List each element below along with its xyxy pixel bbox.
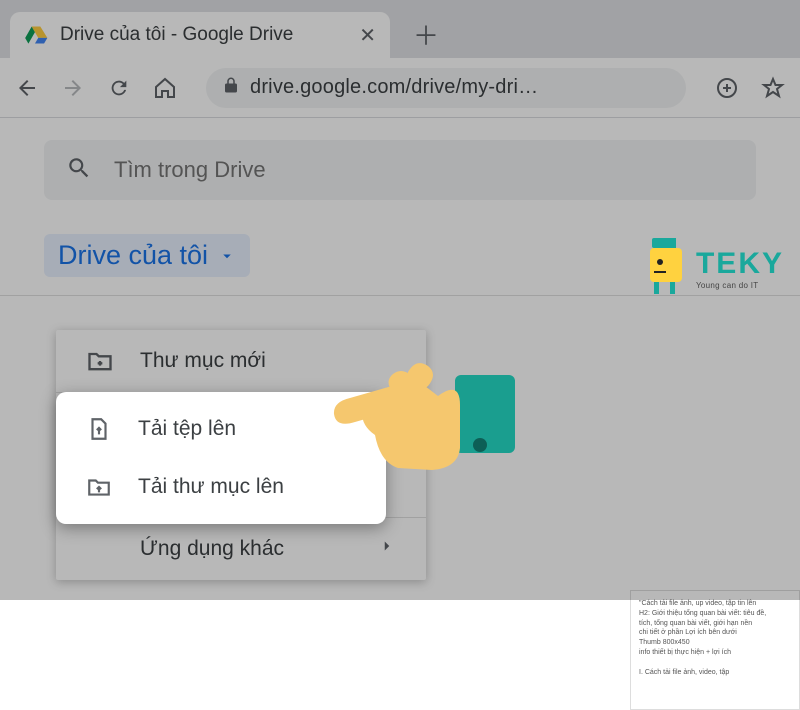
menu-more-apps[interactable]: Ứng dụng khác bbox=[56, 518, 426, 580]
document-thumbnail-text: "Cách tải file ảnh, up video, tập tin lê… bbox=[639, 599, 791, 677]
teky-logo: TEKY Young can do IT bbox=[644, 238, 784, 298]
pointing-hand-icon bbox=[320, 330, 520, 505]
lock-icon bbox=[222, 76, 240, 99]
logo-tagline: Young can do IT bbox=[696, 281, 784, 290]
menu-new-folder-label: Thư mục mới bbox=[140, 349, 266, 373]
chevron-right-icon bbox=[378, 537, 396, 561]
add-page-icon[interactable] bbox=[714, 75, 740, 101]
menu-more-apps-label: Ứng dụng khác bbox=[140, 537, 284, 561]
new-tab-button[interactable]: ＋ bbox=[408, 16, 444, 52]
address-bar[interactable]: drive.google.com/drive/my-dri… bbox=[206, 68, 686, 108]
drive-favicon-icon bbox=[24, 23, 48, 47]
search-icon bbox=[66, 155, 92, 186]
close-tab-icon[interactable]: ✕ bbox=[359, 23, 376, 48]
upload-folder-icon bbox=[86, 474, 112, 500]
breadcrumb-label: Drive của tôi bbox=[58, 240, 208, 271]
upload-file-icon bbox=[86, 416, 112, 442]
browser-toolbar: drive.google.com/drive/my-dri… bbox=[0, 58, 800, 118]
tab-title: Drive của tôi - Google Drive bbox=[60, 24, 347, 46]
new-folder-icon bbox=[86, 347, 114, 375]
back-icon[interactable] bbox=[14, 75, 40, 101]
logo-brand: TEKY bbox=[696, 247, 784, 281]
drive-search[interactable] bbox=[44, 140, 756, 200]
forward-icon[interactable] bbox=[60, 75, 86, 101]
browser-tab-strip: Drive của tôi - Google Drive ✕ ＋ bbox=[0, 0, 800, 58]
url-text: drive.google.com/drive/my-dri… bbox=[250, 76, 538, 99]
breadcrumb-my-drive[interactable]: Drive của tôi bbox=[44, 234, 250, 277]
home-icon[interactable] bbox=[152, 75, 178, 101]
reload-icon[interactable] bbox=[106, 75, 132, 101]
search-input[interactable] bbox=[114, 157, 734, 183]
menu-upload-folder-label: Tải thư mục lên bbox=[138, 475, 284, 499]
browser-tab[interactable]: Drive của tôi - Google Drive ✕ bbox=[10, 12, 390, 58]
document-thumbnail[interactable]: "Cách tải file ảnh, up video, tập tin lê… bbox=[630, 590, 800, 710]
mascot-icon bbox=[644, 238, 690, 298]
menu-upload-file-label: Tải tệp lên bbox=[138, 417, 236, 441]
star-icon[interactable] bbox=[760, 75, 786, 101]
chevron-down-icon bbox=[218, 247, 236, 265]
